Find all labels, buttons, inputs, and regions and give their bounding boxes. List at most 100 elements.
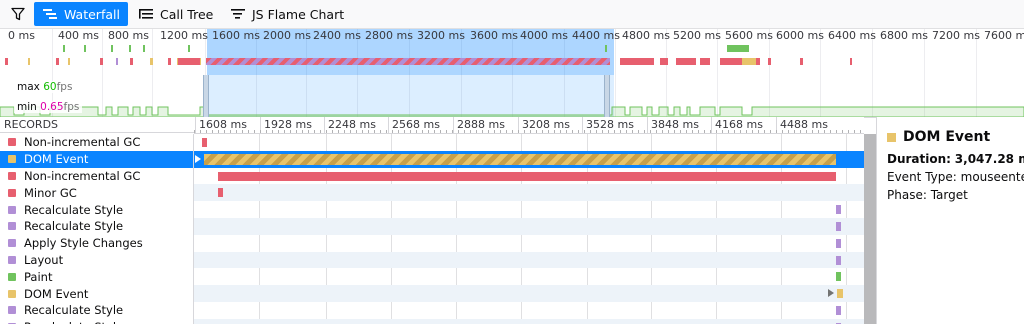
fps-max-label: max 60fps bbox=[14, 81, 76, 93]
overview-tick-label: 7200 ms bbox=[932, 29, 980, 42]
tab-call-tree[interactable]: Call Tree bbox=[136, 2, 218, 26]
fps-max-value: 60 bbox=[43, 81, 57, 93]
record-color-swatch bbox=[8, 289, 16, 298]
record-label: Layout bbox=[24, 252, 64, 267]
overview-tick-label: 0 ms bbox=[8, 29, 35, 42]
fps-min-unit: fps bbox=[63, 101, 80, 113]
fps-max-text: max bbox=[17, 81, 40, 93]
timeline-overview[interactable]: 0 ms 400 ms 800 ms 1200 ms 1600 ms 2000 ms 240… bbox=[0, 29, 1024, 118]
record-bar[interactable] bbox=[836, 272, 841, 282]
overview-tick-label: 3600 ms bbox=[470, 29, 518, 42]
record-color-swatch bbox=[8, 306, 16, 315]
duration-label: Duration: bbox=[887, 152, 951, 166]
details-sidebar: DOM Event Duration: 3,047.28 ms Event Ty… bbox=[876, 117, 1024, 324]
record-waterfall-cell bbox=[194, 218, 864, 235]
overview-tick-label: 5200 ms bbox=[673, 29, 721, 42]
waterfall-row[interactable]: DOM Event bbox=[0, 285, 864, 302]
record-label: Recalculate Style bbox=[24, 202, 124, 217]
waterfall-row[interactable]: DOM Event bbox=[0, 150, 864, 168]
overview-marker bbox=[620, 58, 654, 65]
details-title-text: DOM Event bbox=[903, 129, 991, 145]
overview-marker bbox=[768, 58, 771, 65]
tab-waterfall[interactable]: Waterfall bbox=[34, 2, 128, 26]
details-phase: Phase: Target bbox=[887, 188, 968, 202]
fps-min-text: min bbox=[17, 101, 37, 113]
record-bar[interactable] bbox=[836, 238, 841, 248]
waterfall-row[interactable]: Minor GC bbox=[0, 184, 864, 202]
waterfall-row[interactable]: Layout bbox=[0, 251, 864, 269]
overview-tick-label: 6000 ms bbox=[776, 29, 824, 42]
tab-waterfall-label: Waterfall bbox=[64, 6, 120, 22]
record-label: Paint bbox=[24, 269, 53, 284]
overview-marker bbox=[178, 58, 200, 65]
record-name: Non-incremental GC bbox=[0, 134, 194, 151]
waterfall-row[interactable]: Non-incremental GC bbox=[0, 134, 864, 151]
waterfall-row[interactable]: Apply Style Changes bbox=[0, 234, 864, 252]
waterfall-row[interactable]: Recalculate Style bbox=[0, 318, 864, 324]
duration-value: 3,047.28 ms bbox=[954, 152, 1024, 166]
record-bar[interactable] bbox=[836, 222, 841, 231]
selection-start-handle[interactable] bbox=[203, 75, 209, 117]
waterfall-row[interactable]: Paint bbox=[0, 268, 864, 286]
record-name: Non-incremental GC bbox=[0, 167, 194, 185]
record-bar[interactable] bbox=[837, 289, 843, 299]
record-color-swatch bbox=[8, 138, 16, 147]
record-name: Layout bbox=[0, 251, 194, 269]
record-name: Recalculate Style bbox=[0, 302, 194, 319]
record-name: Apply Style Changes bbox=[0, 234, 194, 252]
filter-icon bbox=[11, 7, 25, 21]
filter-button[interactable] bbox=[6, 2, 30, 26]
record-label: Recalculate Style bbox=[24, 219, 124, 234]
overview-marker bbox=[28, 58, 30, 65]
expand-arrow-icon[interactable] bbox=[195, 154, 201, 163]
record-color-swatch bbox=[8, 155, 16, 164]
waterfall-row[interactable]: Recalculate Style bbox=[0, 201, 864, 218]
overview-marker bbox=[63, 45, 65, 52]
record-bar[interactable] bbox=[218, 188, 223, 198]
record-name: Recalculate Style bbox=[0, 218, 194, 235]
record-color-swatch bbox=[8, 205, 16, 214]
record-label: Non-incremental GC bbox=[24, 168, 141, 183]
overview-marker bbox=[850, 58, 852, 65]
waterfall-scrollbar[interactable] bbox=[864, 134, 876, 324]
fps-min-value: 0.65 bbox=[40, 101, 64, 113]
waterfall-row[interactable]: Recalculate Style bbox=[0, 302, 864, 319]
expand-arrow-icon[interactable] bbox=[828, 289, 834, 298]
selection-end-handle[interactable] bbox=[604, 75, 610, 117]
record-bar[interactable] bbox=[836, 306, 841, 315]
record-color-swatch bbox=[8, 255, 16, 264]
record-bar[interactable] bbox=[204, 153, 836, 165]
overview-marker bbox=[676, 58, 696, 65]
overview-tick-label: 4000 ms bbox=[520, 29, 568, 42]
record-name: Recalculate Style bbox=[0, 201, 194, 218]
event-color-swatch bbox=[887, 132, 896, 142]
overview-tick-label: 2000 ms bbox=[263, 29, 311, 42]
record-label: DOM Event bbox=[24, 152, 89, 167]
waterfall-row[interactable]: Recalculate Style bbox=[0, 218, 864, 235]
overview-marker bbox=[150, 58, 153, 65]
record-color-swatch bbox=[8, 188, 16, 197]
record-bar[interactable] bbox=[202, 138, 207, 147]
record-bar[interactable] bbox=[836, 255, 841, 265]
overview-tick-label: 3200 ms bbox=[417, 29, 465, 42]
waterfall-row[interactable]: Non-incremental GC bbox=[0, 167, 864, 185]
tab-js-flame-chart[interactable]: JS Flame Chart bbox=[228, 2, 348, 26]
event-type-label: Event Type: bbox=[887, 170, 957, 184]
phase-label: Phase: bbox=[887, 188, 927, 202]
tab-js-flame-chart-label: JS Flame Chart bbox=[252, 6, 345, 22]
record-bar[interactable] bbox=[218, 171, 836, 181]
overview-tick-label: 6400 ms bbox=[828, 29, 876, 42]
record-name: DOM Event bbox=[0, 150, 194, 168]
overview-tick-label: 4800 ms bbox=[622, 29, 670, 42]
overview-marker bbox=[68, 58, 70, 65]
record-bar[interactable] bbox=[836, 205, 841, 215]
waterfall-rows: Non-incremental GC DOM Event Non-increment… bbox=[0, 134, 864, 324]
record-color-swatch bbox=[8, 222, 16, 231]
overview-tick-label: 6800 ms bbox=[880, 29, 928, 42]
record-color-swatch bbox=[8, 171, 16, 180]
record-label: Non-incremental GC bbox=[24, 135, 141, 150]
record-label: Recalculate Style bbox=[24, 303, 124, 318]
overview-tick-label: 400 ms bbox=[58, 29, 99, 42]
record-waterfall-cell bbox=[194, 134, 864, 151]
record-waterfall-cell bbox=[194, 268, 864, 285]
